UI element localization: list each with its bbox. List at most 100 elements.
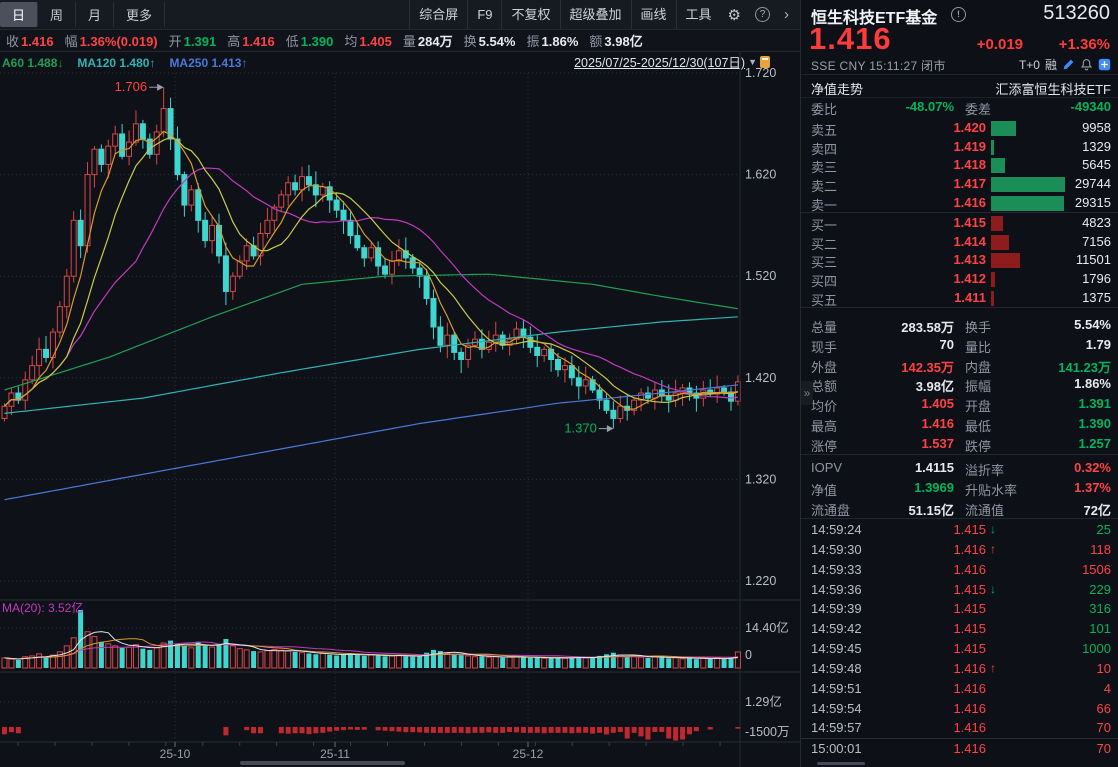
stat-label: 外盘 xyxy=(811,357,837,376)
volume-bar xyxy=(272,649,277,668)
candlestick-chart[interactable]: 1.7061.3701.7201.6201.5201.4201.3201.220… xyxy=(0,52,800,767)
volume-bar xyxy=(576,657,581,668)
volume-bar xyxy=(44,658,49,668)
bid-row[interactable]: 买二1.4147156 xyxy=(801,233,1118,252)
nav-row: 净值走势 汇添富恒生科技ETF xyxy=(801,77,1118,98)
stat-label: 最低 xyxy=(965,416,991,435)
tick-list-scrollbar[interactable] xyxy=(817,762,865,765)
ask-row[interactable]: 卖二1.41729744 xyxy=(801,175,1118,194)
quote-stat-label: 高 xyxy=(227,34,240,49)
y-axis-label: 1.620 xyxy=(745,168,776,182)
weibi-label: 委比 xyxy=(811,99,837,118)
volume-bar xyxy=(645,658,650,668)
volume-bar xyxy=(355,655,360,668)
tab-weekly[interactable]: 周 xyxy=(38,2,76,27)
volume-bar xyxy=(341,654,346,668)
toolbar: 日 周 月 更多 综合屏 F9 不复权 超级叠加 画线 工具 ⚙ ? › xyxy=(0,0,800,30)
settings-gear-icon[interactable]: ⚙ xyxy=(728,6,741,24)
ask-order-book[interactable]: 卖五1.4209958卖四1.4191329卖三1.4185645卖二1.417… xyxy=(801,119,1118,213)
ask-row[interactable]: 卖一1.41629315 xyxy=(801,194,1118,213)
menu-f9[interactable]: F9 xyxy=(467,0,501,29)
flow-bar xyxy=(313,727,318,733)
nav-trend-label[interactable]: 净值走势 xyxy=(811,79,863,98)
volume-bar xyxy=(286,651,291,668)
flow-bar xyxy=(341,727,346,730)
bid-row[interactable]: 买五1.4111375 xyxy=(801,289,1118,308)
security-code: 513260 xyxy=(1043,2,1110,25)
y-axis-label: 1.220 xyxy=(745,574,776,588)
candle-body xyxy=(230,276,235,291)
stat-label: 流通盘 xyxy=(811,500,850,519)
quote-stat-value: 1.390 xyxy=(301,34,334,49)
ask-volume-bar xyxy=(991,140,994,155)
volume-bar xyxy=(500,658,505,668)
arrow-down-icon: ↓ xyxy=(990,582,996,596)
stat-value: 72亿 xyxy=(1019,500,1111,519)
bid-row[interactable]: 买一1.4154823 xyxy=(801,214,1118,233)
menu-draw-line[interactable]: 画线 xyxy=(631,0,676,29)
add-watchlist-icon[interactable] xyxy=(1098,58,1111,71)
ask-level-label: 卖五 xyxy=(811,120,837,139)
ask-volume-bar xyxy=(991,158,1005,173)
panel-collapse-handle[interactable]: » xyxy=(801,381,813,405)
stat-value: 1.37% xyxy=(1019,480,1111,495)
bid-row[interactable]: 买三1.41311501 xyxy=(801,251,1118,270)
stat-value: 1.3969 xyxy=(859,480,954,495)
volume-bar xyxy=(625,657,630,668)
time-and-sales-list[interactable]: 14:59:241.415↓2514:59:301.416↑11814:59:3… xyxy=(801,520,1118,760)
ask-row[interactable]: 卖五1.4209958 xyxy=(801,119,1118,138)
bid-volume: 1796 xyxy=(1082,271,1111,286)
candle-body xyxy=(71,220,76,276)
flow-bar xyxy=(569,727,574,733)
ask-row[interactable]: 卖四1.4191329 xyxy=(801,138,1118,157)
stat-label: 流通值 xyxy=(965,500,1004,519)
linked-fund-name[interactable]: 汇添富恒生科技ETF xyxy=(995,79,1111,98)
bid-row[interactable]: 买四1.4121796 xyxy=(801,270,1118,289)
stat-label: IOPV xyxy=(811,460,842,475)
volume-bar xyxy=(652,657,657,668)
candle-body xyxy=(300,177,305,190)
volume-bar xyxy=(16,660,21,668)
menu-no-adjust[interactable]: 不复权 xyxy=(501,0,559,29)
edit-pencil-icon[interactable] xyxy=(1062,58,1075,71)
volume-bar xyxy=(216,644,221,668)
period-tabs: 日 周 月 更多 xyxy=(0,0,165,29)
alert-bell-icon[interactable] xyxy=(1080,58,1093,71)
stat-value: 1.257 xyxy=(1019,436,1111,451)
tick-volume: 1506 xyxy=(1082,562,1111,577)
volume-bar xyxy=(306,654,311,669)
menu-tools[interactable]: 工具 xyxy=(676,0,721,29)
stat-value: 1.416 xyxy=(859,416,954,431)
candle-body xyxy=(618,406,623,418)
volume-bar xyxy=(369,655,374,668)
volume-bar xyxy=(445,654,450,669)
menu-composite-screen[interactable]: 综合屏 xyxy=(409,0,467,29)
flow-bar xyxy=(383,727,388,731)
flow-bar xyxy=(258,727,263,733)
candle-body xyxy=(431,299,436,327)
quote-stat-value: 1.416 xyxy=(21,34,54,49)
volume-ma-label: MA(20): 3.52亿 xyxy=(2,600,83,615)
candle-body xyxy=(92,149,97,174)
help-icon[interactable]: ? xyxy=(755,7,770,22)
toolbar-expand-icon[interactable]: › xyxy=(784,6,793,23)
ask-row[interactable]: 卖三1.4185645 xyxy=(801,156,1118,175)
flow-bar xyxy=(9,727,14,732)
info-icon[interactable]: ! xyxy=(951,7,966,22)
tab-monthly[interactable]: 月 xyxy=(76,2,114,27)
valuation-stat-row: IOPV1.4115溢折率0.32% xyxy=(801,459,1118,479)
tab-daily[interactable]: 日 xyxy=(0,2,38,27)
tick-row: 14:59:331.4161506 xyxy=(801,560,1118,580)
low-annotation: 1.370 xyxy=(564,421,597,436)
low-annotation-arrowhead xyxy=(607,425,614,432)
quote-stat: 低1.390 xyxy=(286,31,334,50)
volume-bar xyxy=(99,642,104,668)
tab-more-periods[interactable]: 更多 xyxy=(114,2,165,27)
chart-scrollbar[interactable] xyxy=(240,761,405,765)
menu-super-overlay[interactable]: 超级叠加 xyxy=(560,0,631,29)
tick-volume: 1000 xyxy=(1082,641,1111,656)
stat-value: 283.58万 xyxy=(859,317,954,336)
bid-order-book[interactable]: 买一1.4154823买二1.4147156买三1.41311501买四1.41… xyxy=(801,214,1118,308)
market-stat-row: 总量283.58万换手5.54% xyxy=(801,316,1118,336)
market-stat-row: 总额3.98亿振幅1.86% xyxy=(801,375,1118,395)
